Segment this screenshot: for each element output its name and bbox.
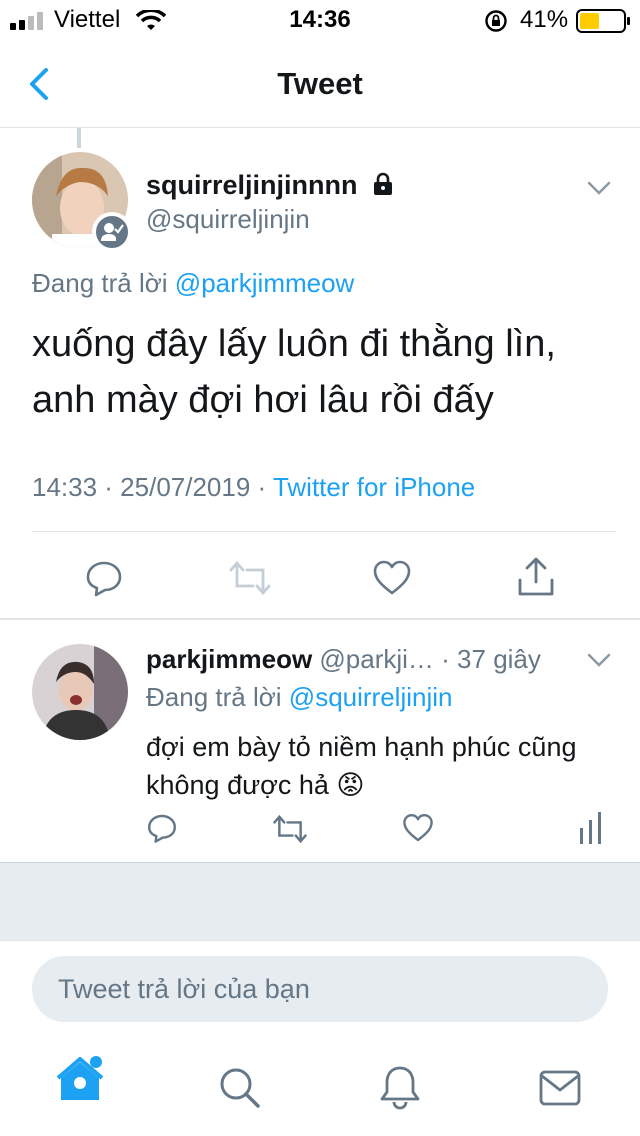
tweet-text: xuống đây lấy luôn đi thằng lìn, anh mày…	[32, 323, 556, 421]
battery-percent: 41%	[520, 6, 569, 33]
analytics-icon[interactable]	[578, 812, 604, 844]
reply-icon[interactable]	[84, 558, 124, 598]
share-icon[interactable]	[516, 556, 556, 598]
replying-to-prefix: Đang trả lời	[146, 682, 282, 712]
timeline-spacer	[0, 862, 640, 940]
chevron-down-icon[interactable]	[585, 646, 613, 674]
battery-icon	[576, 9, 630, 33]
tweet-actions	[0, 548, 640, 608]
reply-text: đợi em bày tỏ niềm hạnh phúc cũng không …	[146, 732, 577, 800]
retweet-icon[interactable]	[272, 814, 308, 844]
nav-bar: Tweet	[0, 40, 640, 128]
retweet-icon[interactable]	[228, 560, 272, 596]
tweet-meta: 14:33 · 25/07/2019 · Twitter for iPhone	[32, 472, 475, 503]
author-display-name: squirreljinjinnnn	[146, 170, 358, 200]
messages-icon[interactable]	[538, 1068, 582, 1108]
following-badge-icon	[92, 212, 132, 252]
tab-bar	[0, 1040, 640, 1136]
replying-to-link[interactable]: @parkjimmeow	[175, 268, 355, 298]
divider	[32, 531, 616, 532]
reply-actions	[0, 806, 640, 850]
reply-header: parkjimmeow @parkji… · 37 giây	[146, 644, 541, 675]
reply-composer-input[interactable]: Tweet trả lời của bạn	[32, 956, 608, 1022]
reply-time: · 37 giây	[441, 644, 541, 674]
author-name[interactable]: squirreljinjinnnn	[146, 170, 395, 201]
replying-to: Đang trả lời @parkjimmeow	[32, 268, 354, 299]
rotation-lock-icon	[485, 10, 507, 32]
reply-icon[interactable]	[146, 812, 178, 844]
thread-line	[77, 128, 81, 148]
author-handle[interactable]: @squirreljinjin	[146, 204, 310, 235]
home-icon[interactable]	[56, 1054, 106, 1104]
reply-display-name[interactable]: parkjimmeow	[146, 644, 312, 674]
tweet-source-link[interactable]: Twitter for iPhone	[273, 472, 475, 502]
like-icon[interactable]	[372, 558, 412, 598]
chevron-down-icon[interactable]	[585, 174, 613, 202]
divider	[0, 618, 640, 620]
replying-to-prefix: Đang trả lời	[32, 268, 168, 298]
replying-to-link[interactable]: @squirreljinjin	[289, 682, 453, 712]
status-bar: Viettel 14:36 41%	[0, 0, 640, 40]
page-title: Tweet	[277, 66, 363, 101]
replying-to: Đang trả lời @squirreljinjin	[146, 682, 452, 713]
reply-handle[interactable]: @parkji…	[319, 644, 434, 674]
notifications-icon[interactable]	[378, 1064, 422, 1110]
like-icon[interactable]	[402, 812, 434, 844]
search-icon[interactable]	[218, 1066, 262, 1110]
avatar[interactable]	[32, 644, 128, 740]
lock-icon	[374, 172, 393, 195]
tweet-timestamp: 14:33 · 25/07/2019 ·	[32, 472, 267, 502]
